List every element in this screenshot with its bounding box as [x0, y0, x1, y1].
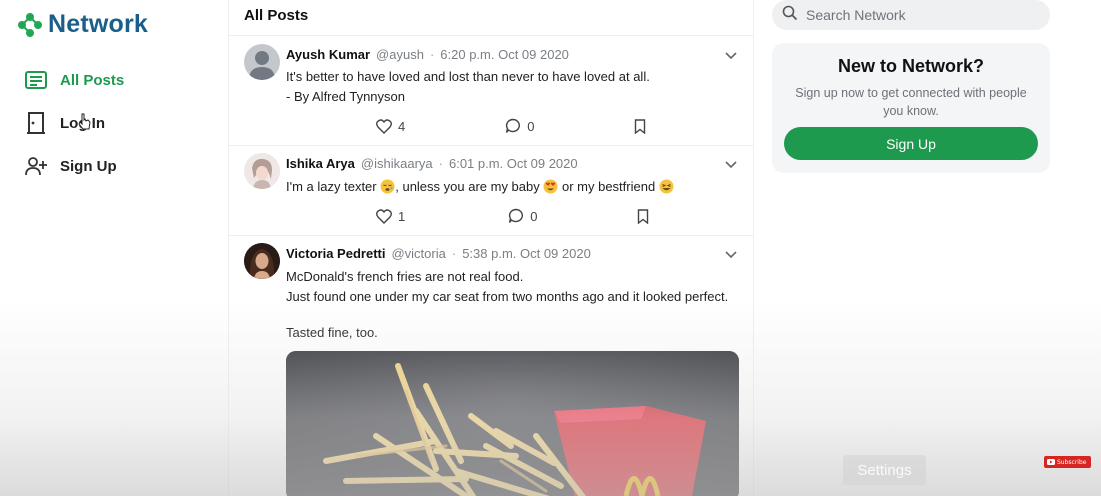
bookmark-button[interactable] [637, 208, 649, 224]
post-author-handle[interactable]: @ishikaarya [361, 156, 433, 171]
heart-eyes-emoji-icon [543, 179, 558, 194]
bookmark-button[interactable] [634, 118, 646, 134]
comment-count: 0 [527, 118, 535, 134]
add-user-icon [24, 154, 48, 178]
like-button[interactable]: 1 [376, 209, 405, 224]
post-text-line [286, 307, 728, 323]
post-text-line: McDonald's french fries are not real foo… [286, 269, 524, 284]
sidebar-item-all-posts[interactable]: All Posts [24, 66, 124, 94]
brand-name: Network [48, 10, 149, 38]
settings-button[interactable]: Settings [843, 455, 926, 485]
bookmark-icon [637, 208, 649, 224]
post-author-name[interactable]: Ayush Kumar [286, 47, 370, 62]
post-text-line: Tasted fine, too. [286, 325, 378, 340]
post-separator: · [438, 156, 443, 171]
post[interactable]: Ayush Kumar @ayush · 6:20 p.m. Oct 09 20… [229, 35, 753, 145]
post-author-name[interactable]: Ishika Arya [286, 156, 355, 171]
chevron-down-icon[interactable] [723, 246, 739, 262]
post-text-segment: , unless you are my baby [395, 179, 544, 194]
post-author-handle[interactable]: @ayush [376, 47, 424, 62]
search-icon [782, 5, 798, 26]
avatar[interactable] [244, 44, 280, 80]
sign-up-button[interactable]: Sign Up [784, 127, 1038, 160]
post-author-name[interactable]: Victoria Pedretti [286, 246, 385, 261]
post-timestamp: 6:20 p.m. Oct 09 2020 [440, 47, 569, 62]
post[interactable]: Victoria Pedretti @victoria · 5:38 p.m. … [229, 235, 753, 496]
search-input[interactable] [806, 7, 1026, 23]
post-header: Victoria Pedretti @victoria · 5:38 p.m. … [286, 246, 591, 261]
post-separator: · [429, 47, 435, 62]
comment-count: 0 [530, 208, 538, 224]
post-text-line: - By Alfred Tynnyson [286, 89, 405, 104]
post-header: Ayush Kumar @ayush · 6:20 p.m. Oct 09 20… [286, 47, 569, 62]
youtube-subscribe-label: Subscribe [1057, 458, 1087, 466]
heart-icon [376, 208, 392, 224]
comment-button[interactable]: 0 [505, 118, 534, 134]
post-text-line: Just found one under my car seat from tw… [286, 289, 729, 304]
like-button[interactable]: 4 [376, 119, 405, 134]
signup-card: New to Network? Sign up now to get conne… [772, 43, 1050, 173]
post-text-segment: I'm a lazy texter [286, 179, 381, 194]
avatar[interactable] [244, 153, 280, 189]
post-timestamp: 6:01 p.m. Oct 09 2020 [448, 156, 578, 171]
sidebar-item-sign-up[interactable]: Sign Up [24, 152, 124, 180]
sleepy-face-emoji-icon [380, 179, 395, 194]
post-separator: · [451, 246, 457, 261]
sidebar-item-label: Sign Up [60, 157, 117, 175]
sidebar-item-label: All Posts [60, 71, 125, 89]
post-author-handle[interactable]: @victoria [391, 246, 445, 261]
post[interactable]: Ishika Arya @ishikaarya · 6:01 p.m. Oct … [229, 145, 753, 235]
search-bar[interactable] [772, 0, 1050, 30]
grinning-emoji-icon [659, 179, 674, 194]
signup-card-subtitle: Sign up now to get connected with people… [795, 86, 1027, 118]
feed: All Posts Ayush Kumar @ayush · 6:20 p.m.… [228, 0, 754, 496]
post-timestamp: 5:38 p.m. Oct 09 2020 [462, 246, 591, 261]
sidebar: Network All Posts Log In Sign Up [0, 0, 225, 496]
chevron-down-icon[interactable] [723, 47, 739, 63]
feed-title: All Posts [244, 7, 309, 24]
brand[interactable]: Network [16, 10, 148, 39]
comment-button[interactable]: 0 [508, 208, 537, 224]
comment-icon [505, 118, 521, 134]
post-text-segment: or my bestfriend [558, 179, 659, 194]
post-actions: 4 0 [376, 118, 646, 134]
post-actions: 1 0 [376, 208, 649, 224]
heart-icon [376, 118, 392, 134]
avatar[interactable] [244, 243, 280, 279]
youtube-subscribe-badge[interactable]: Subscribe [1044, 456, 1091, 468]
post-text: I'm a lazy texter , unless you are my ba… [286, 177, 674, 197]
post-text: McDonald's french fries are not real foo… [286, 267, 728, 343]
sidebar-nav: All Posts Log In Sign Up [24, 66, 124, 195]
bookmark-icon [634, 118, 646, 134]
post-text-line: It's better to have loved and lost than … [286, 69, 650, 84]
sidebar-item-log-in[interactable]: Log In [24, 109, 124, 137]
list-icon [24, 68, 48, 92]
like-count: 1 [398, 208, 406, 224]
mouse-cursor-icon [78, 113, 92, 136]
post-header: Ishika Arya @ishikaarya · 6:01 p.m. Oct … [286, 156, 578, 171]
post-image[interactable] [286, 351, 739, 496]
chevron-down-icon[interactable] [723, 156, 739, 172]
door-icon [24, 111, 48, 135]
network-logo-icon [16, 11, 44, 39]
post-text: It's better to have loved and lost than … [286, 67, 650, 107]
signup-card-title: New to Network? [837, 56, 984, 76]
comment-icon [508, 208, 524, 224]
like-count: 4 [398, 118, 406, 134]
youtube-play-icon [1047, 459, 1055, 465]
